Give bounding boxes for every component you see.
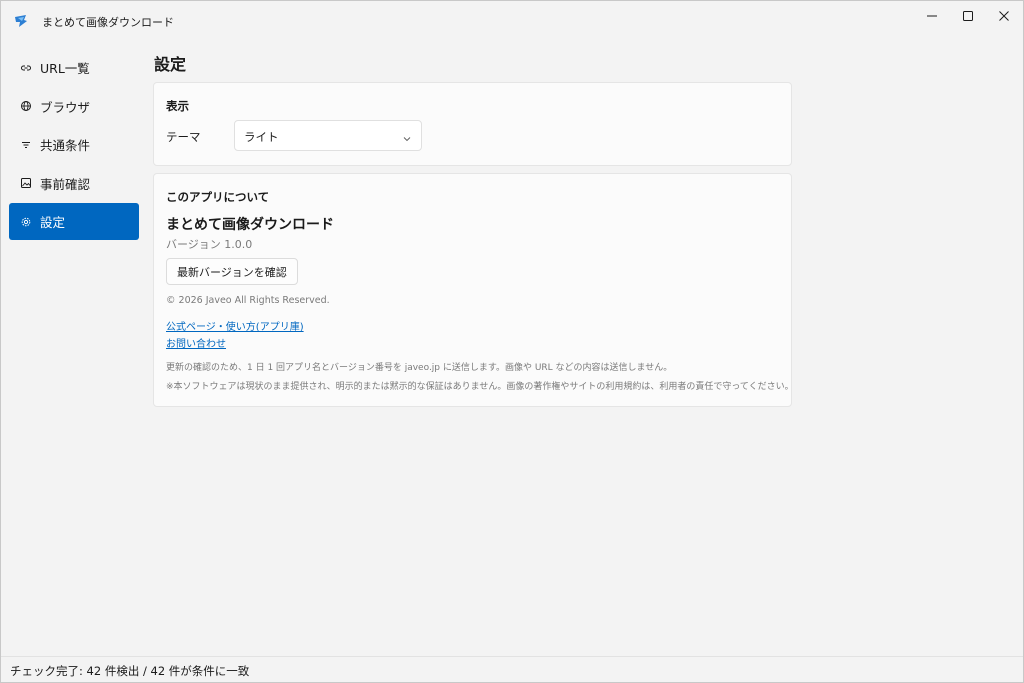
copyright-text: © 2026 Javeo All Rights Reserved. <box>166 295 330 306</box>
sidebar-item-label: 共通条件 <box>40 138 91 153</box>
sidebar-item-common-conditions[interactable]: 共通条件 <box>9 126 139 163</box>
theme-select[interactable]: ライト <box>234 120 422 151</box>
status-text: チェック完了: 42 件検出 / 42 件が条件に一致 <box>10 664 250 678</box>
page-title: 設定 <box>154 55 187 74</box>
sidebar-item-browser[interactable]: ブラウザ <box>9 88 139 125</box>
window-title: まとめて画像ダウンロード <box>42 16 174 29</box>
minimize-icon <box>927 15 937 17</box>
section-title-about: このアプリについて <box>166 190 270 204</box>
sidebar-item-label: 事前確認 <box>40 176 91 192</box>
sidebar-item-label: 設定 <box>40 215 66 230</box>
title-bar[interactable]: まとめて画像ダウンロード <box>1 1 1023 41</box>
close-icon <box>999 11 1009 21</box>
about-card: このアプリについて まとめて画像ダウンロード バージョン 1.0.0 最新バージ… <box>153 173 794 407</box>
image-icon <box>20 177 32 189</box>
maximize-icon <box>963 11 973 21</box>
chevron-down-icon <box>403 132 411 142</box>
status-bar: チェック完了: 42 件検出 / 42 件が条件に一致 <box>1 656 1023 682</box>
app-logo-icon <box>13 13 29 29</box>
close-button[interactable] <box>981 1 1024 31</box>
app-name: まとめて画像ダウンロード <box>166 217 334 233</box>
link-icon <box>20 62 32 74</box>
disclaimer-note: ※本ソフトウェアは現状のまま提供され、明示的または黙示的な保証はありません。画像… <box>166 382 794 392</box>
sidebar-item-preview[interactable]: 事前確認 <box>9 165 139 202</box>
app-version: バージョン 1.0.0 <box>166 238 253 251</box>
update-check-note: 更新の確認のため、1 日 1 回アプリ名とバージョン番号を javeo.jp に… <box>166 363 673 373</box>
sidebar-item-label: ブラウザ <box>40 99 91 115</box>
app-window: まとめて画像ダウンロード URL一覧 ブラウザ 共通条件 事前確認 設定 設定 … <box>0 0 1024 683</box>
check-update-button[interactable]: 最新バージョンを確認 <box>166 258 298 285</box>
section-title-display: 表示 <box>166 99 189 113</box>
sidebar-item-url-list[interactable]: URL一覧 <box>9 49 139 86</box>
theme-select-value: ライト <box>244 130 279 144</box>
official-page-link[interactable]: 公式ページ・使い方(アプリ庫) <box>166 318 304 333</box>
sidebar-item-settings[interactable]: 設定 <box>9 203 139 240</box>
gear-icon <box>20 216 32 228</box>
display-settings-card: 表示 テーマ ライト <box>153 82 792 166</box>
globe-icon <box>20 100 32 112</box>
sidebar-item-label: URL一覧 <box>40 61 90 76</box>
sidebar-nav: URL一覧 ブラウザ 共通条件 事前確認 設定 <box>9 49 139 242</box>
theme-label: テーマ <box>166 130 201 144</box>
contact-link[interactable]: お問い合わせ <box>166 335 226 350</box>
filter-icon <box>20 139 32 151</box>
